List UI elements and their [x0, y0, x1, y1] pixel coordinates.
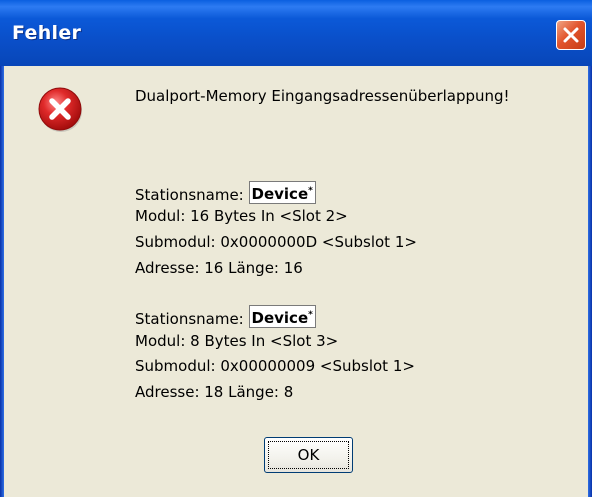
window-border-left — [0, 66, 4, 497]
close-icon — [563, 27, 579, 43]
window-border-right — [588, 66, 592, 497]
title-bar[interactable]: Fehler — [0, 0, 592, 66]
error-message: Dualport-Memory Eingangsadressenüberlapp… — [135, 87, 510, 105]
close-button[interactable] — [556, 20, 586, 50]
dialog-title: Fehler — [12, 22, 82, 44]
device-marker: * — [308, 310, 313, 320]
ok-button[interactable]: OK — [264, 437, 353, 473]
error-icon — [38, 87, 82, 132]
adresse-line: Adresse: 16 Länge: 16 — [135, 259, 303, 277]
submodul-line: Submodul: 0x00000009 <Subslot 1> — [135, 357, 415, 375]
station-name-label: Stationsname: — [135, 186, 249, 204]
station-name-line: Stationsname: Device* — [135, 305, 316, 329]
modul-line: Modul: 8 Bytes In <Slot 3> — [135, 332, 339, 350]
device-name: Device — [251, 185, 309, 203]
device-name-field: Device* — [248, 181, 316, 204]
modul-line: Modul: 16 Bytes In <Slot 2> — [135, 207, 348, 225]
adresse-line: Adresse: 18 Länge: 8 — [135, 383, 294, 401]
station-name-label: Stationsname: — [135, 310, 249, 328]
device-marker: * — [308, 186, 313, 196]
device-name: Device — [251, 309, 309, 327]
station-name-line: Stationsname: Device* — [135, 181, 316, 205]
focus-rect — [268, 441, 349, 469]
error-dialog: Fehler Dualport-Memory Eingangsadressenü… — [0, 0, 592, 497]
submodul-line: Submodul: 0x0000000D <Subslot 1> — [135, 233, 417, 251]
device-name-field: Device* — [248, 305, 316, 328]
